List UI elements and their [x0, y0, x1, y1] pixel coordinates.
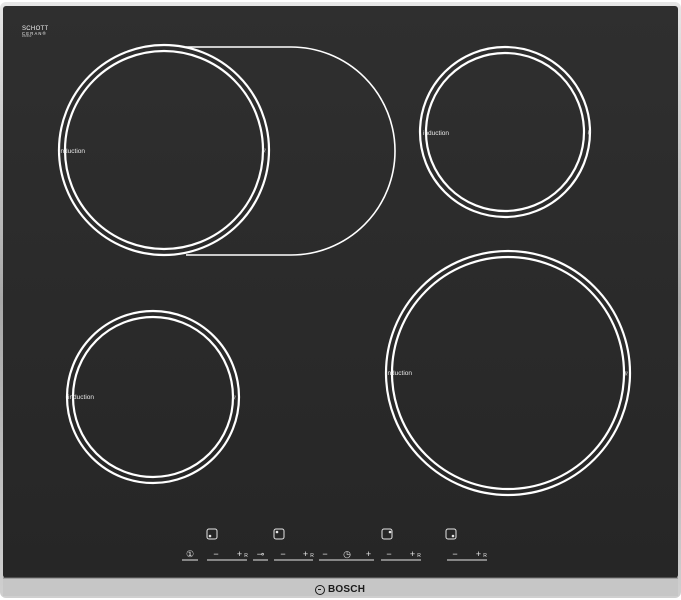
glass-surface: [3, 6, 678, 578]
zone-label-bottom-right: induction: [386, 370, 413, 377]
timer-minus-button[interactable]: −: [320, 549, 330, 559]
wave-icon: ≈: [621, 371, 631, 376]
zone2-minus-button[interactable]: −: [278, 549, 288, 559]
bosch-logo: BOSCH: [315, 584, 365, 595]
wave-icon: ≈: [229, 395, 239, 400]
zone-label-top-left: induction: [59, 148, 86, 155]
zone4-boost-button[interactable]: R: [482, 551, 488, 561]
cooktop: SCHOTT CERAN® ###### induction induction…: [0, 0, 681, 600]
zone4-minus-button[interactable]: −: [450, 549, 460, 559]
zone2-boost-button[interactable]: R: [309, 551, 315, 561]
timer-plus-button[interactable]: +: [364, 549, 373, 559]
zone1-boost-button[interactable]: R: [243, 551, 249, 561]
child-lock-icon[interactable]: ⊸: [254, 549, 267, 559]
wave-icon: ≈: [259, 148, 269, 153]
zone-label-bottom-left: induction: [68, 394, 95, 401]
wave-icon: ≈: [584, 130, 594, 135]
zone-label-top-right: induction: [423, 130, 450, 137]
brand-name: BOSCH: [328, 584, 366, 595]
zone3-minus-button[interactable]: −: [384, 549, 394, 559]
power-button[interactable]: ①: [184, 549, 196, 559]
logo-line-3: ######: [22, 35, 32, 39]
schott-ceran-logo: SCHOTT CERAN® ######: [22, 26, 48, 39]
bosch-armature-icon: [315, 584, 325, 595]
timer-icon[interactable]: ◷: [341, 549, 353, 559]
zone3-boost-button[interactable]: R: [416, 551, 422, 561]
cooktop-graphics: [0, 2, 681, 598]
zone1-minus-button[interactable]: −: [211, 549, 221, 559]
